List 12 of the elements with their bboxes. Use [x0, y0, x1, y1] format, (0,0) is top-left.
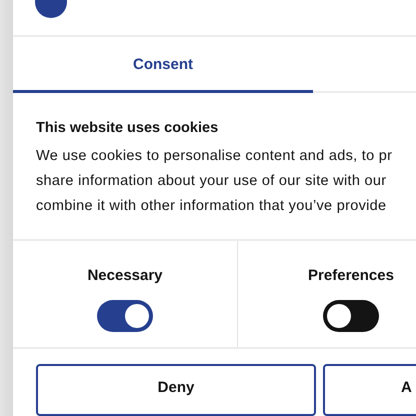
toggle-label: Preferences	[308, 266, 394, 284]
toggle-switch[interactable]	[97, 300, 153, 332]
dialog-heading: This website uses cookies	[36, 120, 220, 136]
body-text: We use cookies to personalise content and ads, to pr	[36, 146, 394, 166]
logo-icon	[35, 0, 67, 18]
tab[interactable]: Consent	[13, 37, 313, 93]
toggle-label: Necessary	[87, 266, 163, 284]
action-button[interactable]: A	[323, 364, 416, 416]
action-button[interactable]: Deny	[36, 364, 316, 416]
toggle-switch[interactable]	[323, 300, 379, 332]
body-text: share information about your use of our site with our	[36, 172, 388, 191]
body-text: combine it with other information that you’ve provide	[36, 196, 388, 216]
